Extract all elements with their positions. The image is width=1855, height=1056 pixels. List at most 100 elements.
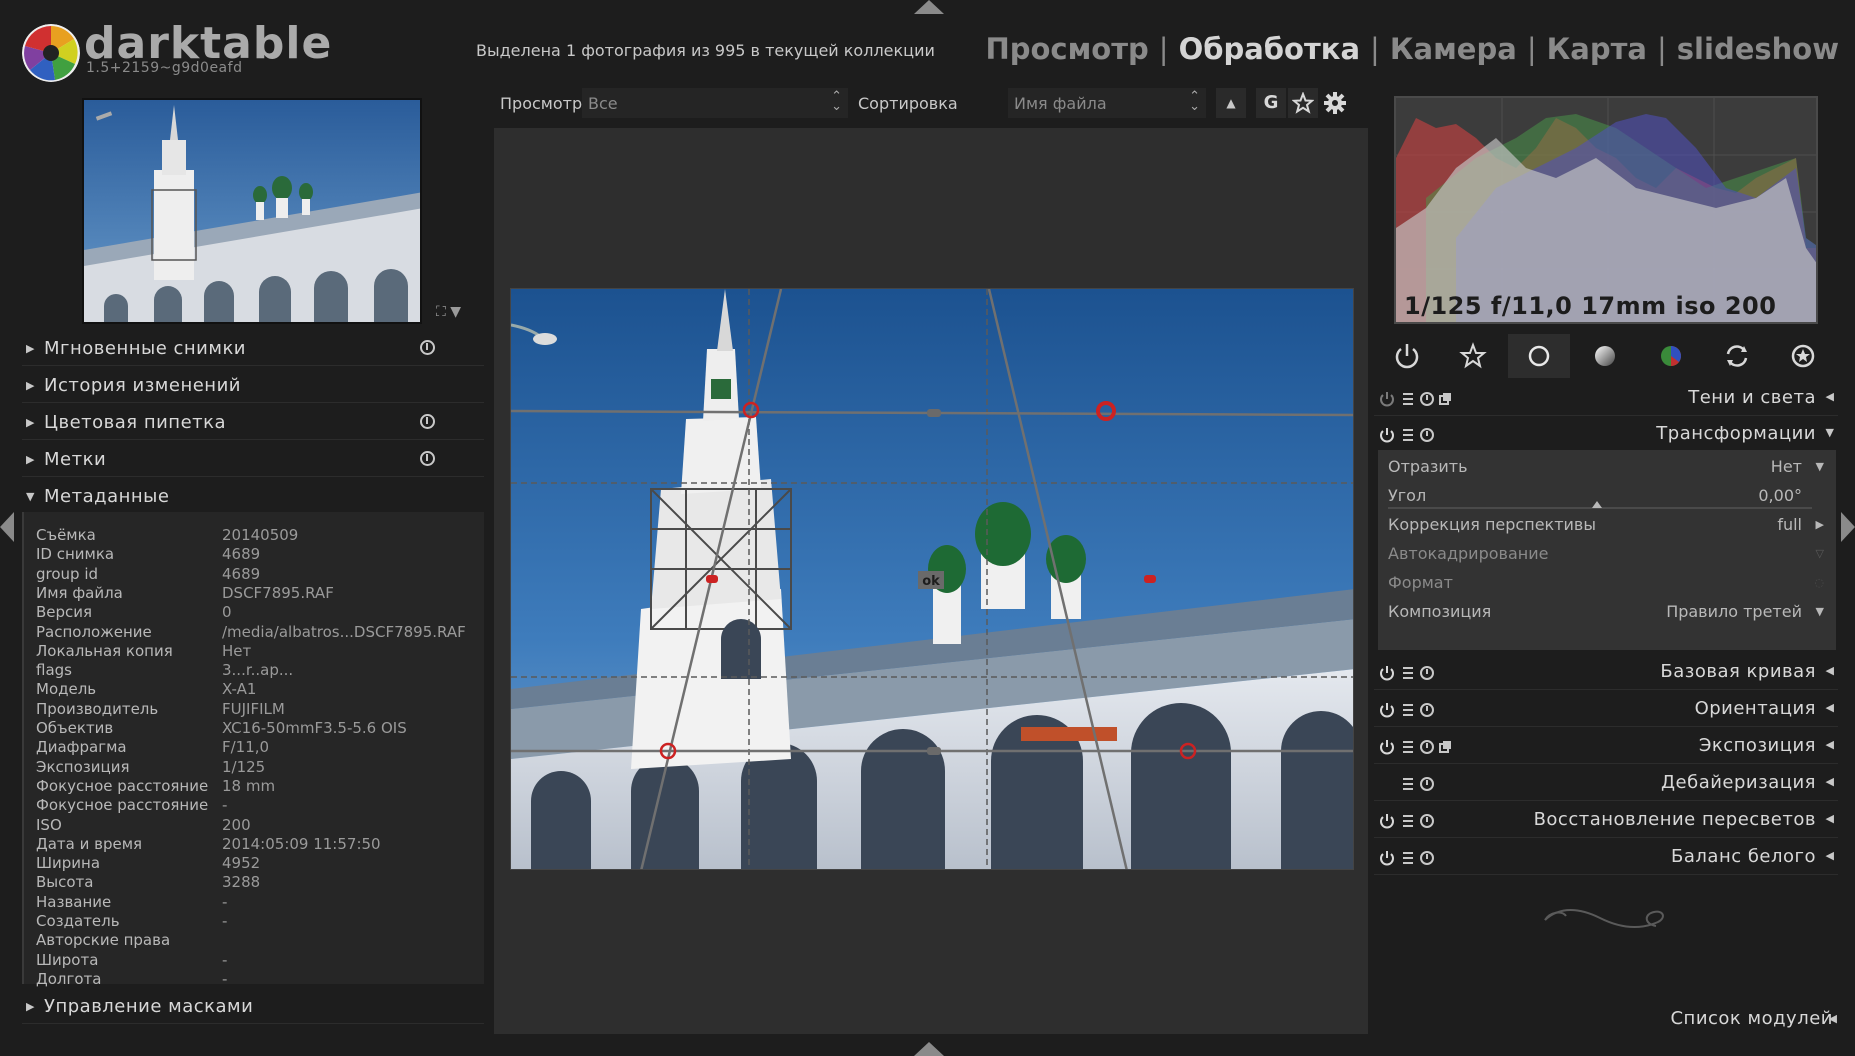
multi-instance-icon[interactable] (1439, 393, 1451, 405)
power-icon[interactable] (1380, 666, 1394, 681)
presets-icon[interactable] (1403, 741, 1413, 753)
view-darkroom[interactable]: Обработка (1179, 32, 1360, 66)
reset-icon[interactable] (1420, 777, 1434, 791)
view-map[interactable]: Карта (1547, 32, 1647, 66)
expand-arrow-icon: ◀ (1825, 849, 1834, 862)
metadata-value: 4689 (222, 564, 261, 583)
reset-icon[interactable] (1420, 814, 1434, 828)
power-icon[interactable] (1380, 740, 1394, 755)
module-highlight-reconstruction[interactable]: Восстановление пересветов ◀ (1374, 802, 1838, 838)
metadata-value: F/11,0 (222, 738, 270, 757)
flip-combo[interactable]: Отразить Нет ▼ (1388, 454, 1828, 480)
reset-icon[interactable] (420, 451, 435, 466)
presets-icon[interactable] (1403, 704, 1413, 716)
section-metadata[interactable]: ▼ Метаданные (22, 480, 484, 514)
section-history[interactable]: ▶ История изменений (22, 369, 484, 403)
power-icon[interactable] (1380, 392, 1394, 407)
more-modules-button[interactable]: Список модулей (1670, 1008, 1833, 1029)
section-color-picker[interactable]: ▶ Цветовая пипетка (22, 406, 484, 440)
bottom-panel-toggle[interactable] (914, 1042, 944, 1056)
view-tethering[interactable]: Камера (1390, 32, 1517, 66)
metadata-key: Производитель (36, 699, 159, 718)
metadata-value: /media/albatros...DSCF7895.RAF (222, 622, 466, 641)
section-tags[interactable]: ▶ Метки (22, 443, 484, 477)
tab-color-modules[interactable] (1640, 334, 1702, 378)
module-base-curve[interactable]: Базовая кривая ◀ (1374, 654, 1838, 690)
main-image[interactable]: ok (510, 288, 1354, 870)
module-white-balance[interactable]: Баланс белого ◀ (1374, 839, 1838, 875)
crop-ok-button[interactable]: ok (922, 574, 940, 589)
reset-icon[interactable] (1420, 666, 1434, 680)
collapse-arrow-icon: ▼ (1825, 426, 1834, 439)
expand-arrow-icon: ▶ (26, 416, 35, 429)
module-shadows-highlights[interactable]: Тени и света ◀ (1374, 380, 1838, 416)
slider-handle[interactable] (1592, 501, 1602, 508)
module-demosaic[interactable]: Дебайеризация ◀ (1374, 765, 1838, 801)
presets-icon[interactable] (1403, 393, 1413, 405)
tab-tone-modules[interactable] (1574, 334, 1636, 378)
reset-icon[interactable] (1420, 740, 1434, 754)
view-filter-combo[interactable]: Все ⌃ ⌄ (582, 88, 848, 118)
reset-icon[interactable] (1420, 851, 1434, 865)
updown-icon: ⌃ ⌄ (831, 89, 842, 114)
power-icon[interactable] (1380, 428, 1394, 443)
presets-icon[interactable] (1403, 778, 1413, 790)
view-lighttable[interactable]: Просмотр (985, 32, 1148, 66)
reset-icon[interactable] (420, 414, 435, 429)
perspective-combo[interactable]: Коррекция перспективы full ▶ (1388, 512, 1828, 538)
presets-icon[interactable] (1403, 815, 1413, 827)
expand-arrow-icon: ◀ (1825, 738, 1834, 751)
preferences-button[interactable] (1320, 88, 1350, 118)
navigation-thumbnail[interactable] (82, 98, 422, 324)
view-slideshow[interactable]: slideshow (1677, 32, 1839, 66)
autocrop-toggle[interactable]: Автокадрирование ▽ (1388, 541, 1828, 567)
tab-effect-modules[interactable] (1772, 334, 1834, 378)
metadata-value: XC16-50mmF3.5-5.6 OIS (222, 719, 407, 737)
grouping-button[interactable]: G (1256, 88, 1286, 118)
tab-active-modules[interactable] (1376, 334, 1438, 378)
metadata-value: - (222, 950, 228, 969)
sort-direction-button[interactable]: ▲ (1216, 88, 1246, 118)
metadata-value: - (222, 796, 228, 815)
reset-icon[interactable] (1420, 428, 1434, 442)
metadata-key: ISO (36, 815, 62, 834)
left-panel-toggle[interactable] (0, 512, 14, 542)
ornament-decoration (1544, 909, 1664, 928)
sort-combo[interactable]: Имя файла ⌃ ⌄ (1008, 88, 1206, 118)
metadata-key: Объектив (36, 719, 114, 737)
metadata-value: 4689 (222, 545, 261, 564)
tab-correction-modules[interactable] (1706, 334, 1768, 378)
tab-favorite-modules[interactable] (1442, 334, 1504, 378)
aspect-toggle-icon: ◌ (1814, 576, 1824, 589)
module-transform[interactable]: Трансформации ▼ (1374, 416, 1838, 452)
aspect-combo[interactable]: Формат ◌ (1388, 570, 1828, 596)
zoom-control[interactable]: ⛶ ▼ (436, 304, 461, 320)
module-exposure[interactable]: Экспозиция ◀ (1374, 728, 1838, 764)
top-panel-toggle[interactable] (914, 0, 944, 14)
dropdown-icon: ▼ (1815, 605, 1824, 618)
power-icon[interactable] (1380, 851, 1394, 866)
histogram[interactable]: 1/125 f/11,0 17mm iso 200 (1394, 96, 1818, 324)
metadata-value: - (222, 969, 228, 988)
power-icon[interactable] (1380, 703, 1394, 718)
reset-icon[interactable] (420, 340, 435, 355)
metadata-value: Нет (222, 641, 252, 660)
section-mask-manager[interactable]: ▶ Управление масками (22, 990, 484, 1024)
multi-instance-icon[interactable] (1439, 741, 1451, 753)
presets-icon[interactable] (1403, 667, 1413, 679)
star-overlay-button[interactable] (1288, 88, 1318, 118)
dropdown-icon: ▼ (1815, 460, 1824, 473)
expand-arrow-icon: ◀ (1825, 812, 1834, 825)
power-icon[interactable] (1380, 814, 1394, 829)
angle-slider[interactable]: Угол 0,00° (1388, 483, 1828, 509)
section-snapshots[interactable]: ▶ Мгновенные снимки (22, 332, 484, 366)
presets-icon[interactable] (1403, 852, 1413, 864)
reset-icon[interactable] (1420, 392, 1434, 406)
module-orientation[interactable]: Ориентация ◀ (1374, 691, 1838, 727)
right-panel-toggle[interactable] (1841, 512, 1855, 542)
presets-icon[interactable] (1403, 429, 1413, 441)
reset-icon[interactable] (1420, 703, 1434, 717)
tab-basic-modules[interactable] (1508, 334, 1570, 378)
metadata-value: 3...r..ap... (222, 661, 294, 680)
guides-combo[interactable]: Композиция Правило третей ▼ (1388, 599, 1828, 625)
